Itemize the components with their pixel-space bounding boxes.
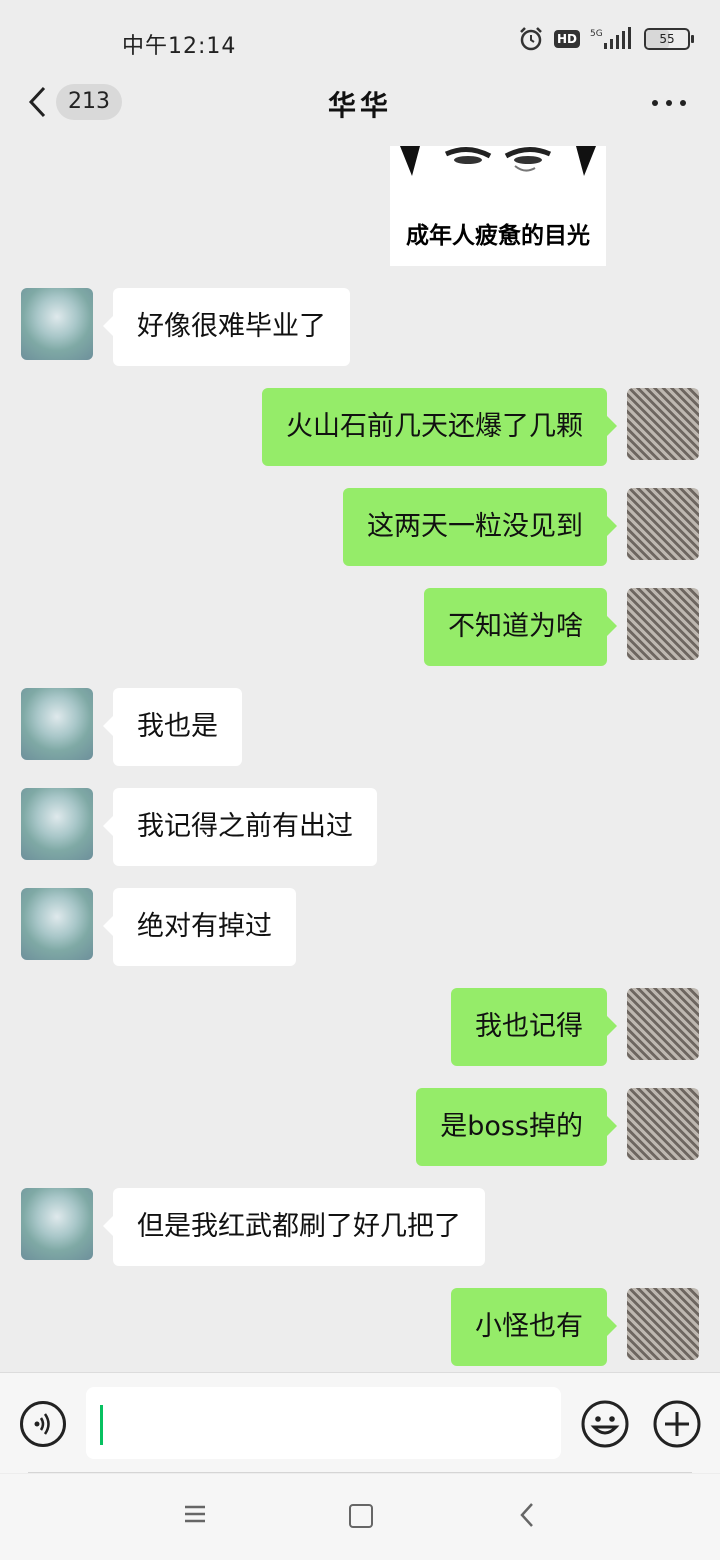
input-bar [0, 1372, 720, 1473]
plus-circle-icon[interactable] [652, 1399, 702, 1449]
network-label: 5G [590, 29, 603, 39]
system-nav-bar [0, 1474, 720, 1560]
message-received: 但是我红武都刷了好几把了 [0, 1188, 720, 1268]
status-icons: HD 5G 55 [518, 26, 694, 52]
message-sent: 这两天一粒没见到 [0, 488, 720, 568]
message-received: 好像很难毕业了 [0, 288, 720, 368]
message-bubble[interactable]: 是boss掉的 [416, 1088, 617, 1166]
message-sent: 我也记得 [0, 988, 720, 1068]
back-triangle-icon[interactable] [518, 1502, 536, 1528]
voice-button[interactable] [20, 1401, 66, 1447]
message-received: 我记得之前有出过 [0, 788, 720, 868]
my-avatar[interactable] [627, 388, 699, 460]
battery-icon: 55 [644, 28, 694, 50]
smiley-icon[interactable] [580, 1399, 630, 1449]
message-bubble[interactable]: 我也记得 [451, 988, 617, 1066]
chat-title: 华华 [327, 89, 392, 122]
contact-avatar[interactable] [21, 1188, 93, 1260]
message-sent: 是boss掉的 [0, 1088, 720, 1168]
message-received: 我也是 [0, 688, 720, 768]
message-received: 绝对有掉过 [0, 888, 720, 968]
message-bubble[interactable]: 这两天一粒没见到 [343, 488, 617, 566]
battery-percent: 55 [659, 32, 675, 46]
contact-avatar[interactable] [21, 888, 93, 960]
message-bubble[interactable]: 我也是 [103, 688, 242, 766]
my-avatar[interactable] [627, 1088, 699, 1160]
text-caret [100, 1405, 103, 1445]
status-time: 中午12:14 [122, 34, 237, 59]
my-avatar[interactable] [627, 588, 699, 660]
more-options-button[interactable] [652, 100, 686, 106]
my-avatar[interactable] [627, 488, 699, 560]
signal-5g-icon: 5G [590, 27, 631, 49]
sticker-image[interactable]: 成年人疲惫的目光 [390, 146, 606, 266]
contact-avatar[interactable] [21, 288, 93, 360]
contact-avatar[interactable] [21, 788, 93, 860]
message-bubble[interactable]: 好像很难毕业了 [103, 288, 350, 366]
message-bubble[interactable]: 但是我红武都刷了好几把了 [103, 1188, 485, 1266]
more-dots-icon [652, 100, 658, 106]
voice-icon [34, 1413, 50, 1435]
message-bubble[interactable]: 火山石前几天还爆了几颗 [262, 388, 617, 466]
contact-avatar[interactable] [21, 688, 93, 760]
chat-header: 213 华华 [0, 70, 720, 140]
my-avatar[interactable] [627, 1288, 699, 1360]
message-sent: 小怪也有 [0, 1288, 720, 1368]
message-bubble[interactable]: 不知道为啥 [424, 588, 617, 666]
hd-icon: HD [553, 30, 580, 48]
status-bar: 中午12:14 HD 5G 55 [0, 0, 720, 80]
nav-divider [28, 1472, 692, 1473]
my-avatar[interactable] [627, 988, 699, 1060]
message-sent: 火山石前几天还爆了几颗 [0, 388, 720, 468]
message-bubble[interactable]: 绝对有掉过 [103, 888, 296, 966]
message-bubble[interactable]: 我记得之前有出过 [103, 788, 377, 866]
sticker-caption: 成年人疲惫的目光 [406, 223, 590, 249]
alarm-icon [520, 27, 542, 51]
home-square-icon[interactable] [349, 1504, 373, 1528]
message-sent: 不知道为啥 [0, 588, 720, 668]
message-bubble[interactable]: 小怪也有 [451, 1288, 617, 1366]
menu-icon[interactable] [183, 1504, 207, 1524]
message-input[interactable] [86, 1387, 561, 1459]
